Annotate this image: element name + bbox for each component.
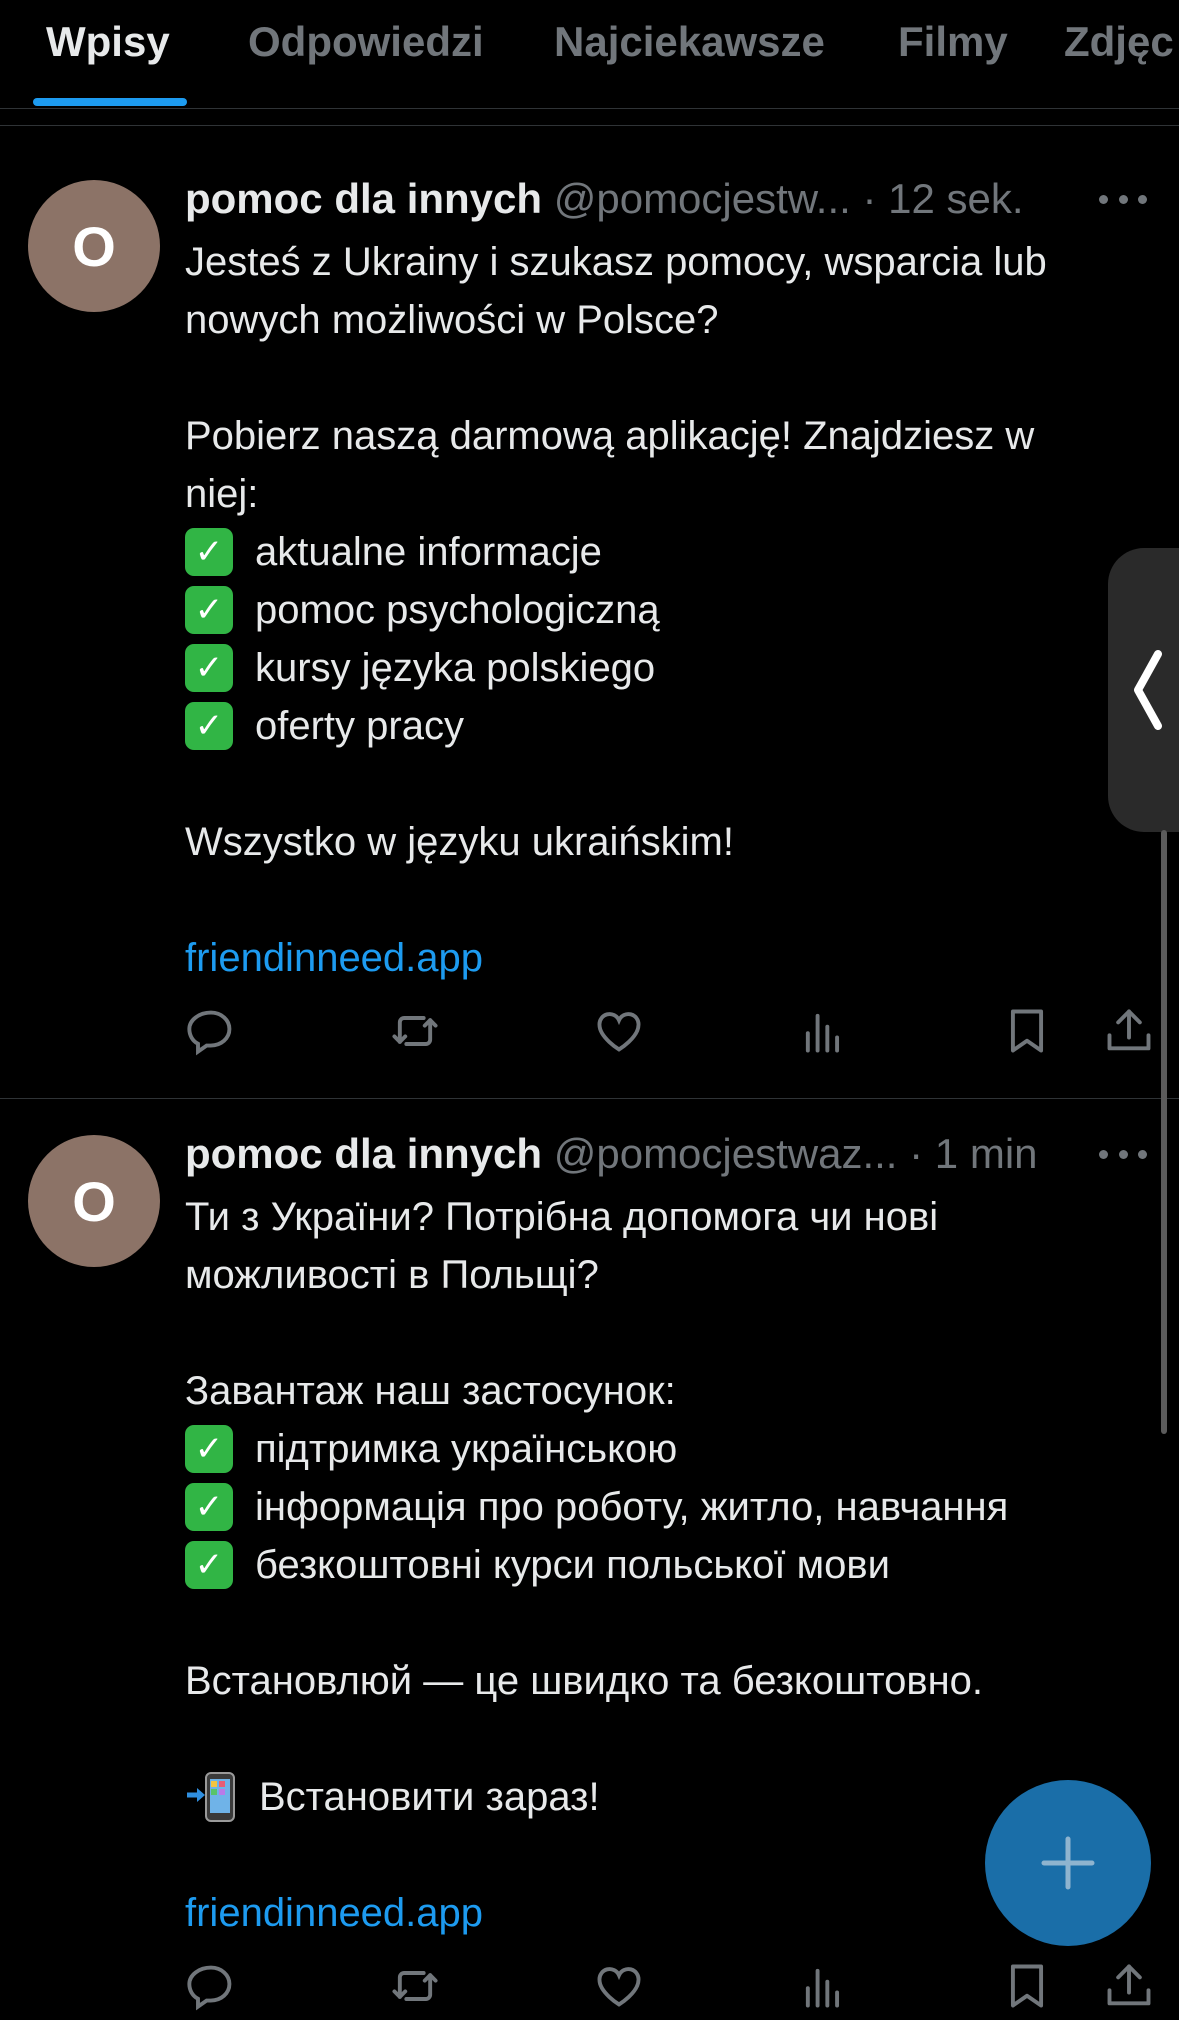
more-options-icon[interactable] [1099, 187, 1147, 211]
author-name[interactable]: pomoc dla innych [185, 1130, 542, 1177]
repost-icon[interactable] [389, 1960, 441, 2012]
post-line: nowych możliwości w Polsce? [185, 298, 719, 342]
check-mark-icon: ✓ [185, 644, 233, 692]
post-list-item: інформація про роботу, житло, навчання [255, 1485, 1009, 1529]
reply-icon[interactable] [185, 1960, 237, 2012]
post-list-item: oferty pracy [255, 704, 464, 748]
bookmark-icon[interactable] [1001, 1005, 1053, 1057]
check-mark-icon: ✓ [185, 586, 233, 634]
views-icon[interactable] [797, 1005, 849, 1057]
check-mark-icon: ✓ [185, 1541, 233, 1589]
mobile-phone-arrow-icon [185, 1772, 241, 1822]
divider [0, 125, 1179, 126]
post-actions [185, 1960, 1160, 2020]
post-header: pomoc dla innych @pomocjestwaz... · 1 mi… [185, 1130, 1038, 1186]
post-time: · 12 sek. [862, 175, 1024, 222]
active-tab-indicator [33, 98, 187, 106]
repost-icon[interactable] [389, 1005, 441, 1057]
author-name[interactable]: pomoc dla innych [185, 175, 542, 222]
post-actions [185, 1005, 1160, 1065]
avatar[interactable]: O [28, 180, 160, 312]
check-mark-icon: ✓ [185, 702, 233, 750]
post-list-item: aktualne informacje [255, 530, 602, 574]
check-mark-icon: ✓ [185, 528, 233, 576]
share-icon[interactable] [1103, 1960, 1155, 2012]
chevron-left-icon [1134, 650, 1162, 730]
check-mark-icon: ✓ [185, 1425, 233, 1473]
tab-highlights[interactable]: Najciekawsze [554, 18, 825, 66]
like-icon[interactable] [593, 1005, 645, 1057]
like-icon[interactable] [593, 1960, 645, 2012]
tab-photos[interactable]: Zdjęc [1064, 18, 1174, 66]
tab-replies[interactable]: Odpowiedzi [248, 18, 484, 66]
post-link[interactable]: friendinneed.app [185, 929, 483, 987]
post-line: Встановити зараз! [259, 1775, 600, 1819]
side-panel-handle[interactable] [1108, 548, 1179, 832]
more-options-icon[interactable] [1099, 1142, 1147, 1166]
author-handle[interactable]: @pomocjestw... [554, 175, 851, 222]
compose-button[interactable] [985, 1780, 1151, 1946]
bookmark-icon[interactable] [1001, 1960, 1053, 2012]
post-line: niej: [185, 472, 259, 516]
post-line: Встановлюй — це швидко та безкоштовно. [185, 1659, 984, 1703]
post-line: можливості в Польщі? [185, 1253, 599, 1297]
scrollbar[interactable] [1161, 830, 1167, 1434]
post-text: Jesteś z Ukrainy i szukasz pomocy, wspar… [185, 233, 1145, 987]
post-list-item: безкоштовні курси польської мови [255, 1543, 890, 1587]
post-line: Ти з України? Потрібна допомога чи нові [185, 1195, 939, 1239]
post-line: Jesteś z Ukrainy i szukasz pomocy, wspar… [185, 240, 1047, 284]
share-icon[interactable] [1103, 1005, 1155, 1057]
avatar[interactable]: O [28, 1135, 160, 1267]
views-icon[interactable] [797, 1960, 849, 2012]
reply-icon[interactable] [185, 1005, 237, 1057]
tab-posts[interactable]: Wpisy [46, 18, 170, 66]
post-list-item: pomoc psychologiczną [255, 588, 660, 632]
profile-tabs: Wpisy Odpowiedzi Najciekawsze Filmy Zdję… [0, 0, 1179, 109]
author-handle[interactable]: @pomocjestwaz... [554, 1130, 898, 1177]
post-line: Wszystko w języku ukraińskim! [185, 820, 734, 864]
post-list-item: підтримка українською [255, 1427, 678, 1471]
post-header: pomoc dla innych @pomocjestw... · 12 sek… [185, 175, 1024, 231]
check-mark-icon: ✓ [185, 1483, 233, 1531]
post-list-item: kursy języka polskiego [255, 646, 656, 690]
post[interactable]: O pomoc dla innych @pomocjestw... · 12 s… [0, 175, 1179, 1100]
divider [0, 1098, 1179, 1099]
tab-videos[interactable]: Filmy [898, 18, 1008, 66]
post-link[interactable]: friendinneed.app [185, 1884, 483, 1942]
post-line: Pobierz naszą darmową aplikację! Znajdzi… [185, 414, 1035, 458]
post-line: Завантаж наш застосунок: [185, 1369, 676, 1413]
post-time: · 1 min [909, 1130, 1038, 1177]
plus-icon [1041, 1836, 1095, 1890]
